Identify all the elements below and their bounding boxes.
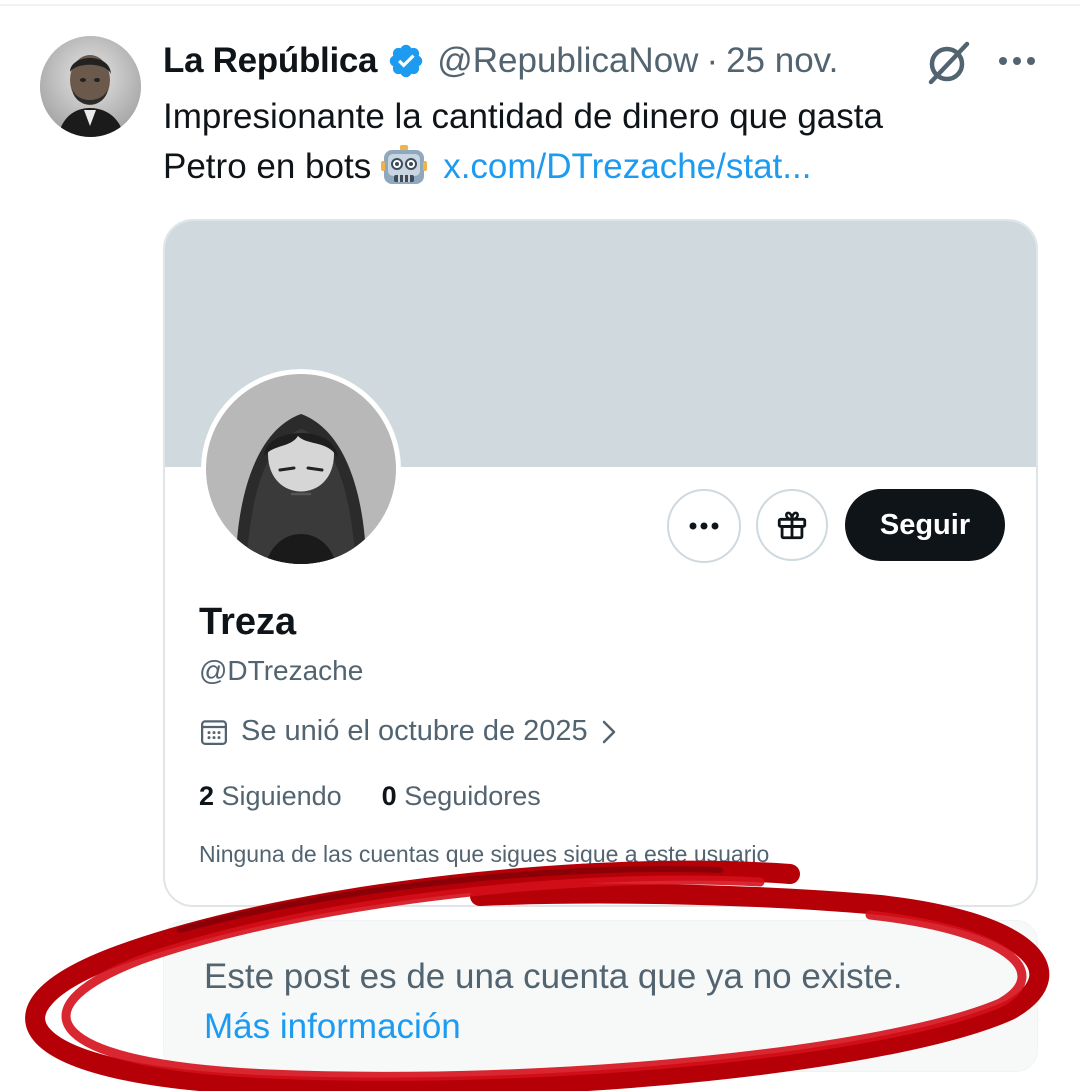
mutuals-text: Ninguna de las cuentas que sigues sigue … (199, 841, 770, 867)
more-icon[interactable] (995, 48, 1039, 74)
tweet-text-line1: Impresionante la cantidad de dinero que … (163, 97, 883, 136)
followers-label: Seguidores (404, 781, 541, 811)
tweet-text: Impresionante la cantidad de dinero que … (163, 92, 1043, 192)
chevron-right-icon (602, 720, 615, 743)
stats-row: 2 Siguiendo 0 Seguidores (199, 781, 581, 812)
unavailable-post-notice: Este post es de una cuenta que ya no exi… (163, 920, 1038, 1072)
grok-icon[interactable] (925, 40, 973, 86)
profile-avatar[interactable] (201, 369, 401, 569)
tweet-link[interactable]: x.com/DTrezache/stat... (443, 142, 811, 192)
more-icon (689, 522, 719, 530)
top-divider (0, 4, 1080, 6)
learn-more-link[interactable]: Más información (204, 1007, 461, 1047)
profile-name[interactable]: Treza (199, 601, 296, 644)
follow-button[interactable]: Seguir (845, 489, 1005, 561)
author-avatar[interactable] (40, 36, 141, 137)
profile-more-button[interactable] (667, 489, 741, 563)
following-stat[interactable]: 2 Siguiendo (199, 781, 342, 812)
verified-badge-icon (387, 42, 425, 80)
header-separator: · (706, 41, 719, 80)
following-label: Siguiendo (221, 781, 342, 811)
author-name[interactable]: La República (163, 41, 378, 81)
gift-button[interactable] (756, 489, 828, 561)
followers-stat[interactable]: 0 Seguidores (382, 781, 541, 812)
profile-handle[interactable]: @DTrezache (199, 655, 363, 687)
calendar-icon (201, 719, 227, 745)
robot-face-icon (381, 145, 428, 189)
following-count: 2 (199, 781, 215, 811)
profile-card[interactable]: Seguir Treza @DTrezache Se unió el octub… (163, 219, 1038, 907)
tweet-text-line2: Petro en bots x.com/DTrezache/stat... (163, 142, 1043, 192)
tweet-date[interactable]: 25 nov. (726, 41, 838, 81)
tweet-header: La República @RepublicaNow · 25 nov. (163, 36, 838, 86)
notice-text: Este post es de una cuenta que ya no exi… (204, 957, 903, 996)
gift-icon (777, 511, 807, 540)
joined-row[interactable]: Se unió el octubre de 2025 (199, 715, 620, 748)
author-handle[interactable]: @RepublicaNow (437, 41, 698, 81)
tweet-text-line2-words: Petro en bots (163, 147, 372, 186)
joined-text: Se unió el octubre de 2025 (241, 715, 588, 747)
followers-count: 0 (381, 781, 397, 811)
